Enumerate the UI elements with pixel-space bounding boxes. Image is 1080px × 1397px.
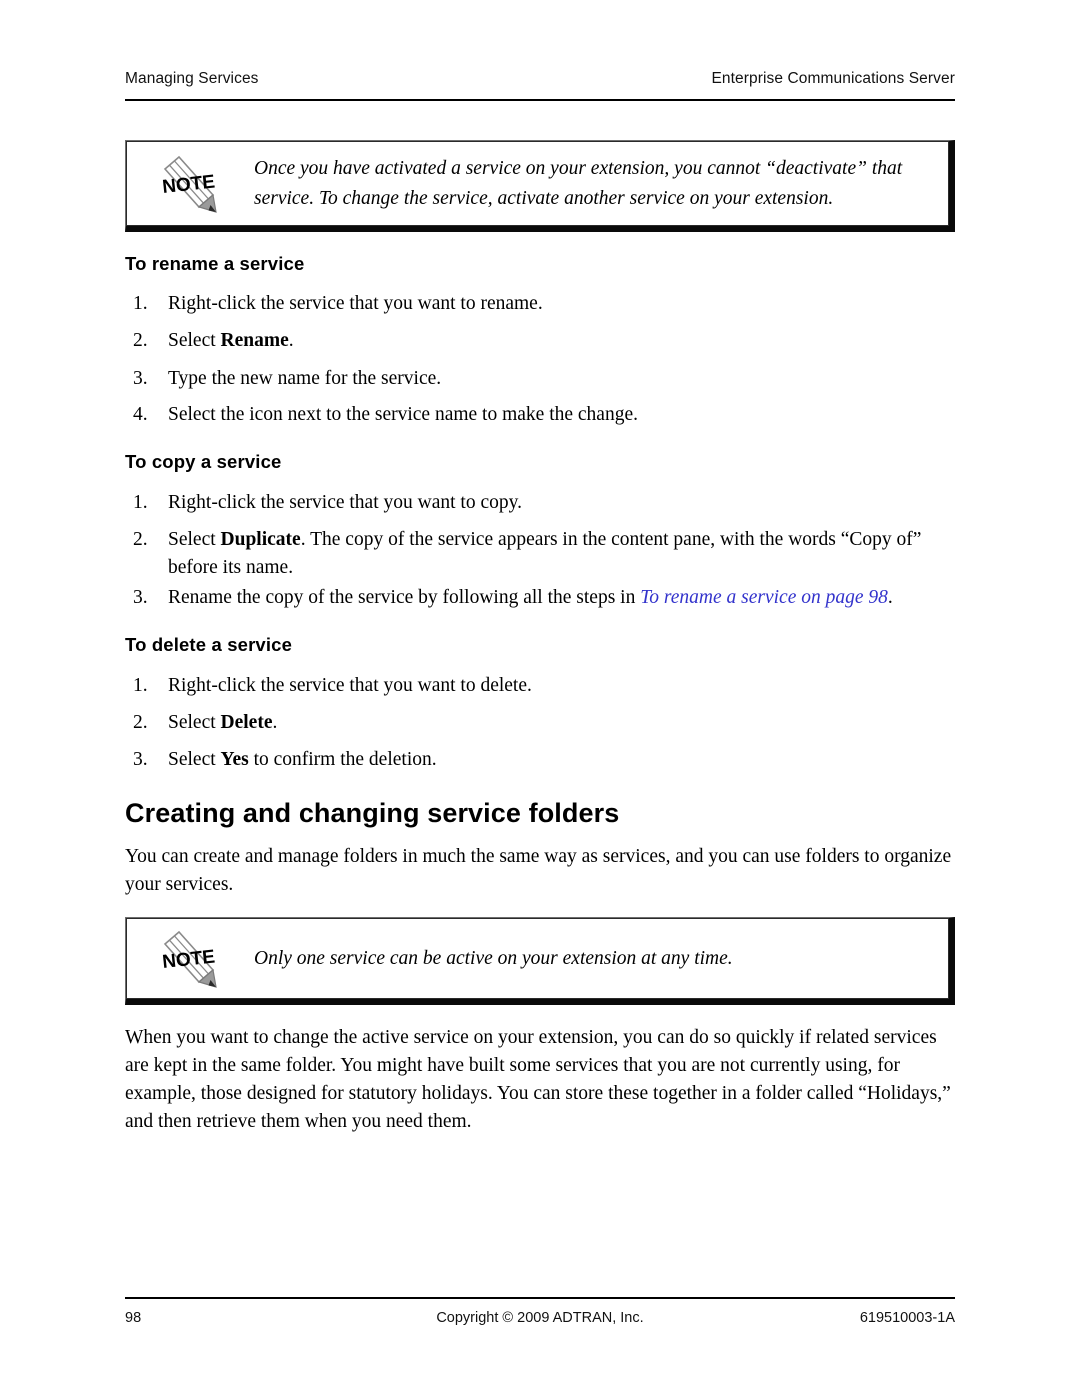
step-text-post: to confirm the deletion. [248, 749, 437, 770]
step-number: 2. [133, 330, 148, 351]
step-text: Right-click the service that you want to… [168, 492, 522, 513]
note-body-text: Once you have activated a service on you… [254, 157, 903, 209]
step-number: 1. [133, 492, 148, 513]
step-item: 1. Right-click the service that you want… [125, 489, 955, 517]
step-item: 4. Select the icon next to the service n… [125, 401, 955, 429]
step-text-bold: Delete [220, 712, 273, 733]
step-text-pre: Rename the copy of the service by follow… [168, 587, 641, 608]
step-text-bold: Yes [220, 749, 249, 770]
step-item: 3. Type the new name for the service. [125, 365, 955, 393]
step-number: 3. [133, 587, 148, 608]
heading-to-delete-a-service: To delete a service [125, 634, 293, 655]
step-text: Right-click the service that you want to… [168, 675, 532, 696]
step-item: 1. Right-click the service that you want… [125, 290, 955, 318]
footer-document-number: 619510003-1A [859, 1310, 955, 1326]
step-text-post: . [272, 712, 278, 733]
step-text: Type the new name for the service. [168, 368, 442, 389]
header-divider [125, 99, 955, 101]
step-item: 2. Select Delete. [125, 709, 955, 737]
step-number: 3. [133, 368, 148, 389]
document-page: Managing Services Enterprise Communicati… [0, 0, 1080, 1397]
note-callout-box: NOTE Only one service can be active on y… [125, 917, 955, 1005]
step-item: 2. Select Duplicate. The copy of the ser… [125, 526, 955, 582]
footer-copyright: Copyright © 2009 ADTRAN, Inc. [436, 1310, 644, 1326]
step-text-post: . [887, 587, 893, 608]
step-text: Select Duplicate. The copy of the servic… [168, 526, 955, 582]
step-text-bold: Duplicate [220, 529, 301, 550]
step-text: Rename the copy of the service by follow… [168, 584, 955, 612]
footer-divider [125, 1297, 955, 1299]
step-text-bold: Rename [220, 330, 289, 351]
step-number: 4. [133, 404, 148, 425]
page-title: Creating and changing service folders [125, 798, 620, 828]
running-header: Managing Services Enterprise Communicati… [125, 70, 955, 88]
step-text: Select Yes to confirm the deletion. [168, 746, 955, 774]
step-number: 1. [133, 293, 148, 314]
step-number: 1. [133, 675, 148, 696]
note-callout-box: NOTE Once you have activated a service o… [125, 140, 955, 232]
cross-reference-link[interactable]: To rename a service on page 98 [640, 587, 888, 608]
note-pencil-icon: NOTE [159, 930, 221, 988]
step-number: 2. [133, 712, 148, 733]
step-number: 2. [133, 529, 148, 550]
step-item: 3. Select Yes to confirm the deletion. [125, 746, 955, 774]
body-paragraph: When you want to change the active servi… [125, 1027, 951, 1132]
heading-to-copy-a-service: To copy a service [125, 451, 282, 472]
note-body-text: Only one service can be active on your e… [254, 947, 733, 969]
step-number: 3. [133, 749, 148, 770]
step-text: Select Rename. [168, 327, 955, 355]
step-text: Right-click the service that you want to… [168, 293, 543, 314]
header-right-title: Enterprise Communications Server [711, 70, 955, 87]
step-item: 2. Select Rename. [125, 327, 955, 355]
heading-to-rename-a-service: To rename a service [125, 253, 305, 274]
header-left-title: Managing Services [125, 70, 259, 87]
step-text: Select Delete. [168, 709, 955, 737]
step-item: 1. Right-click the service that you want… [125, 672, 955, 700]
note-pencil-icon: NOTE [159, 155, 221, 213]
step-text-pre: Select [168, 749, 221, 770]
step-text-post: . [288, 330, 294, 351]
intro-paragraph: You can create and manage folders in muc… [125, 846, 952, 895]
step-text-pre: Select [168, 330, 221, 351]
step-text-pre: Select [168, 712, 221, 733]
step-text: Select the icon next to the service name… [168, 404, 638, 425]
step-text-pre: Select [168, 529, 221, 550]
step-item: 3. Rename the copy of the service by fol… [125, 584, 955, 612]
